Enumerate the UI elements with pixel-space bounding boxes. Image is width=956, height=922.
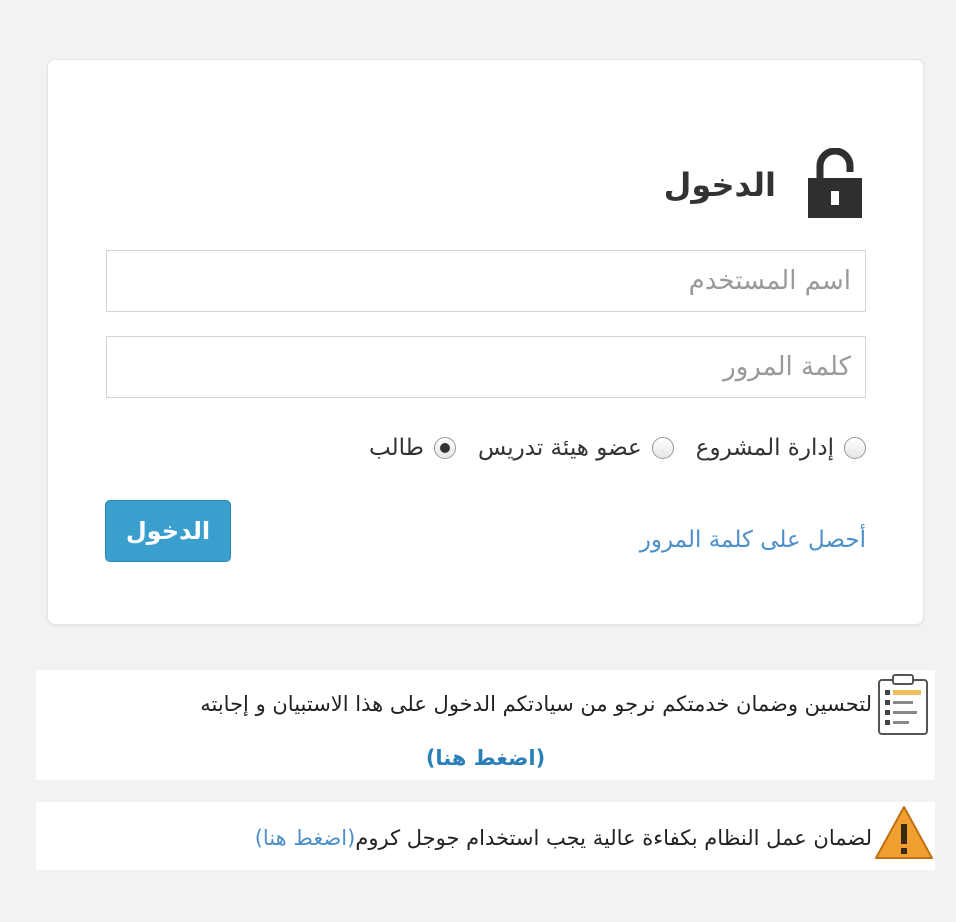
warning-icon [875, 806, 933, 859]
role-selector: إدارة المشروع عضو هيئة تدريس طالب [300, 424, 866, 472]
role-option-faculty[interactable]: عضو هيئة تدريس [478, 435, 674, 461]
radio-faculty[interactable] [651, 437, 674, 459]
role-label-faculty: عضو هيئة تدريس [477, 435, 642, 461]
survey-text: لتحسين وضمان خدمتكم نرجو من سيادتكم الدخ… [200, 692, 872, 716]
radio-project-admin[interactable] [844, 437, 866, 459]
browser-notice-line: لضمان عمل النظام بكفاءة عالية يجب استخدا… [60, 818, 872, 858]
login-title: الدخول [663, 166, 776, 204]
role-label-student: طالب [369, 435, 424, 461]
checklist-icon [878, 674, 928, 735]
role-label-project-admin: إدارة المشروع [695, 435, 834, 461]
username-input[interactable] [106, 250, 866, 312]
role-option-project-admin[interactable]: إدارة المشروع [696, 435, 866, 461]
forgot-password-link[interactable]: أحصل على كلمة المرور [560, 520, 866, 560]
survey-link[interactable]: (اضغط هنا) [36, 740, 935, 776]
lock-icon [808, 148, 862, 218]
role-option-student[interactable]: طالب [369, 435, 456, 461]
login-button[interactable]: الدخول [105, 500, 231, 562]
password-input[interactable] [106, 336, 866, 398]
browser-link[interactable]: (اضغط هنا) [255, 826, 356, 850]
browser-text: لضمان عمل النظام بكفاءة عالية يجب استخدا… [355, 826, 872, 850]
radio-student[interactable] [433, 437, 456, 459]
